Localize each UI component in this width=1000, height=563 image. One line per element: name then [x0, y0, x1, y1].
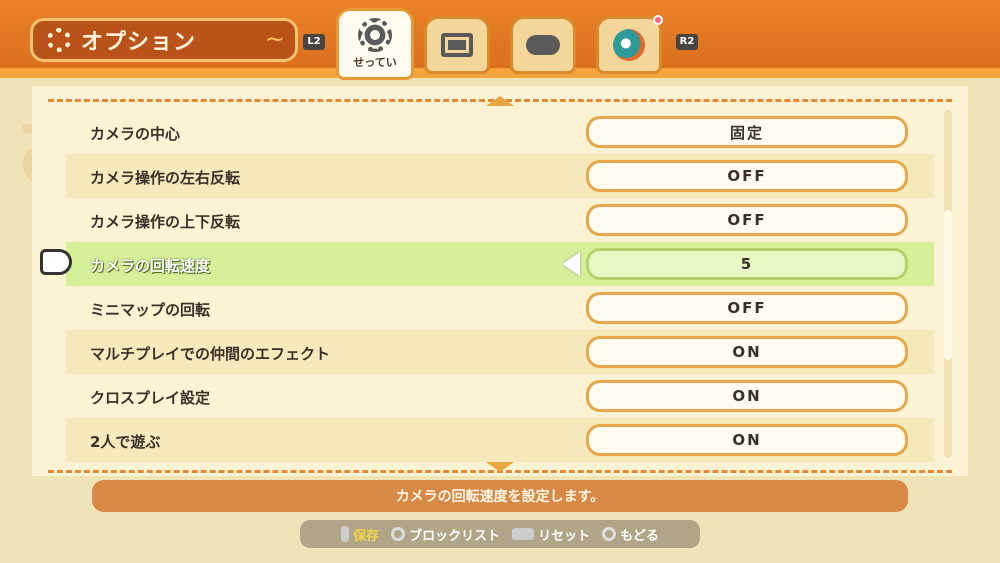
scrollbar-thumb[interactable] — [944, 210, 952, 360]
setting-row-camera-horizontal-invert[interactable]: カメラ操作の左右反転 OFF — [66, 154, 934, 198]
setting-label: カメラの中心 — [90, 125, 181, 143]
gamepad-icon — [526, 35, 560, 55]
setting-label: マルチプレイでの仲間のエフェクト — [90, 345, 331, 363]
setting-value[interactable]: ON — [586, 424, 908, 456]
setting-label: カメラ操作の左右反転 — [90, 169, 241, 187]
setting-label: ミニマップの回転 — [90, 301, 211, 319]
setting-row-crossplay[interactable]: クロスプレイ設定 ON — [66, 374, 934, 418]
setting-value[interactable]: OFF — [586, 160, 908, 192]
r2-button-hint[interactable]: R2 — [676, 34, 698, 50]
gear-icon — [358, 18, 392, 52]
gear-icon — [47, 28, 71, 52]
decrease-arrow-icon[interactable] — [562, 252, 580, 276]
setting-row-multiplayer-effects[interactable]: マルチプレイでの仲間のエフェクト ON — [66, 330, 934, 374]
scroll-down-arrow-icon[interactable] — [486, 462, 514, 472]
swirl-icon: ~ — [264, 25, 285, 53]
page-title: オプション ~ — [30, 18, 298, 62]
reset-label: リセット — [538, 528, 591, 544]
save-label: 保存 — [353, 528, 380, 544]
tab-settings[interactable]: せってい — [336, 8, 414, 80]
save-hint[interactable]: 保存 — [341, 525, 379, 544]
setting-value[interactable]: 5 — [586, 248, 908, 280]
reset-hint[interactable]: リセット — [512, 525, 590, 544]
tab-controls[interactable] — [510, 16, 576, 74]
description-text: カメラの回転速度を設定します。 — [395, 489, 605, 505]
monitor-icon — [441, 33, 473, 57]
circle-button-icon — [602, 527, 617, 541]
setting-row-minimap-rotation[interactable]: ミニマップの回転 OFF — [66, 286, 934, 330]
scrollbar[interactable] — [944, 110, 952, 458]
notification-dot — [653, 15, 663, 25]
l2-button-hint[interactable]: L2 — [303, 34, 325, 50]
setting-value[interactable]: ON — [586, 380, 908, 412]
setting-label: クロスプレイ設定 — [90, 389, 211, 407]
setting-value[interactable]: ON — [586, 336, 908, 368]
description-bar: カメラの回転速度を設定します。 — [92, 480, 908, 512]
pointing-hand-cursor-icon — [40, 249, 72, 275]
blocklist-label: ブロックリスト — [409, 528, 501, 544]
tab-label: せってい — [353, 56, 397, 69]
tab-character[interactable] — [596, 15, 663, 74]
scroll-up-arrow-icon[interactable] — [486, 96, 514, 106]
stick-button-icon — [341, 526, 350, 542]
setting-value[interactable]: 固定 — [586, 116, 908, 148]
title-text: オプション — [81, 30, 197, 55]
tab-display[interactable] — [424, 16, 490, 74]
character-icon — [613, 29, 645, 61]
setting-row-camera-vertical-invert[interactable]: カメラ操作の上下反転 OFF — [66, 198, 934, 242]
setting-row-two-player[interactable]: 2人で遊ぶ ON — [66, 418, 934, 462]
setting-label: カメラ操作の上下反転 — [90, 213, 241, 231]
button-hints-footer: 保存 ブロックリスト リセット もどる — [300, 520, 700, 548]
setting-row-camera-center[interactable]: カメラの中心 固定 — [66, 110, 934, 154]
setting-value[interactable]: OFF — [586, 292, 908, 324]
options-screen: ᘐ ᘐ オプション ~ L2 せってい R2 カメラの中心 固定 カメラ操作の左… — [0, 0, 1000, 563]
setting-label: カメラの回転速度 — [90, 257, 211, 275]
blocklist-hint[interactable]: ブロックリスト — [391, 525, 500, 544]
back-hint[interactable]: もどる — [602, 525, 659, 544]
setting-row-camera-rotation-speed[interactable]: カメラの回転速度 5 — [66, 242, 934, 286]
setting-value[interactable]: OFF — [586, 204, 908, 236]
setting-label: 2人で遊ぶ — [90, 433, 161, 451]
back-label: もどる — [620, 528, 659, 544]
touchpad-button-icon — [512, 528, 535, 540]
square-button-icon — [391, 527, 406, 541]
